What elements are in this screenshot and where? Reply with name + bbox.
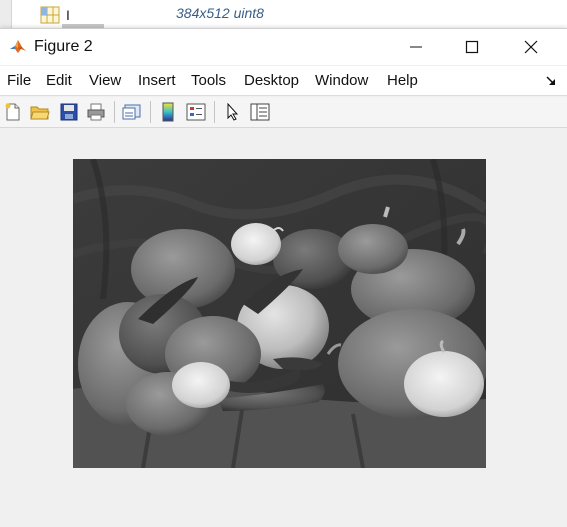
insert-legend-button[interactable]	[185, 101, 207, 123]
figure-toolbar	[0, 97, 567, 128]
menu-view[interactable]: View	[89, 72, 121, 89]
insert-colorbar-button[interactable]	[157, 101, 179, 123]
variable-name: I	[66, 7, 70, 23]
save-disk-icon	[60, 103, 78, 121]
minimize-button[interactable]	[388, 29, 444, 65]
legend-icon	[186, 103, 206, 121]
maximize-icon	[465, 40, 479, 54]
menu-help[interactable]: Help	[387, 72, 418, 89]
grayscale-peppers-image[interactable]	[73, 159, 486, 468]
toolbar-separator	[214, 101, 215, 123]
variable-value: 384x512 uint8	[176, 5, 264, 21]
figure-window: Figure 2 File Edit View Insert Tools Des…	[0, 28, 567, 527]
menu-insert[interactable]: Insert	[138, 72, 176, 89]
open-file-button[interactable]	[29, 101, 51, 123]
link-plot-button[interactable]	[121, 101, 143, 123]
menu-bar: File Edit View Insert Tools Desktop Wind…	[0, 66, 567, 96]
minimize-icon	[410, 46, 422, 48]
toolbar-separator	[150, 101, 151, 123]
new-file-icon	[5, 103, 20, 121]
printer-icon	[87, 103, 105, 121]
menu-file[interactable]: File	[7, 72, 31, 89]
save-figure-button[interactable]	[58, 101, 80, 123]
property-inspector-icon	[250, 103, 270, 121]
colorbar-icon	[162, 102, 174, 122]
matlab-logo-icon	[9, 38, 27, 56]
print-figure-button[interactable]	[85, 101, 107, 123]
new-figure-button[interactable]	[2, 101, 24, 123]
property-inspector-button[interactable]	[249, 101, 271, 123]
menu-edit[interactable]: Edit	[46, 72, 72, 89]
open-folder-icon	[30, 106, 50, 120]
workspace-variable-row[interactable]: I	[40, 4, 70, 26]
title-bar[interactable]: Figure 2	[0, 29, 567, 65]
pointer-arrow-icon	[227, 103, 239, 121]
link-plot-icon	[122, 104, 141, 120]
figure-canvas[interactable]	[0, 129, 567, 527]
maximize-button[interactable]	[444, 29, 500, 65]
menu-window[interactable]: Window	[315, 72, 368, 89]
toolbar-separator	[114, 101, 115, 123]
dock-arrow-icon[interactable]	[545, 74, 557, 86]
menu-desktop[interactable]: Desktop	[244, 72, 299, 89]
menu-tools[interactable]: Tools	[191, 72, 226, 89]
edit-plot-button[interactable]	[222, 101, 244, 123]
close-button[interactable]	[503, 29, 559, 65]
close-icon	[524, 40, 538, 54]
matrix-variable-icon	[40, 6, 60, 24]
window-title: Figure 2	[34, 38, 93, 55]
